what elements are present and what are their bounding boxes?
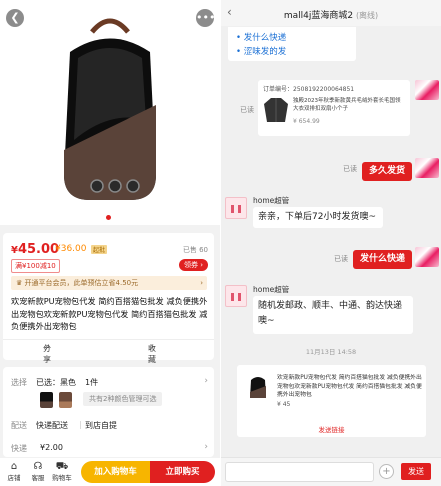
buy-now-button[interactable]: 立即购买 — [150, 461, 215, 483]
read-status: 已读 — [334, 255, 348, 263]
user-avatar[interactable] — [415, 158, 439, 178]
coupon-badge[interactable]: 满¥100减10 — [11, 259, 60, 273]
faq-bubble: • 发什么快递 • 涩味发的发 — [228, 27, 356, 61]
membership-promo[interactable]: ♛ 开通平台会员，此单预估立省4.50元 › — [11, 276, 207, 290]
headset-icon: ☊ — [33, 461, 43, 472]
merchant-avatar[interactable] — [225, 197, 247, 219]
sender-name: home超管 — [253, 285, 290, 294]
more-icon[interactable]: ••• — [196, 9, 215, 27]
chat-panel: ‹ mall4j蓝海商城2 (离线) • 发什么快递 • 涩味发的发 已读 订单… — [221, 0, 441, 486]
order-number: 订单编号：2508192200064851 — [263, 86, 355, 93]
shop-button[interactable]: ⌂ 店铺 — [3, 461, 25, 482]
read-status: 已读 — [240, 106, 254, 114]
current-price: ¥45.00 — [11, 242, 60, 257]
backpack-image — [64, 18, 156, 200]
product-share-price: ¥ 45 — [277, 401, 291, 408]
original-price: ¥36.00 — [55, 244, 87, 254]
message-input[interactable] — [225, 462, 374, 482]
chevron-right-icon[interactable]: › — [204, 442, 208, 452]
variant-thumb-black[interactable] — [40, 392, 53, 408]
pickup-option[interactable]: 到店自提 — [85, 420, 117, 431]
crown-icon: ♛ — [16, 279, 25, 287]
service-button[interactable]: ☊ 客服 — [27, 461, 49, 482]
express-fee: ¥2.00 — [40, 443, 63, 452]
message-text: 亲亲，下单后72小时发货噢~ — [258, 212, 376, 222]
delivery-label: 配送 — [11, 421, 27, 430]
selected-quantity: 1件 — [85, 378, 99, 387]
separator: | — [79, 420, 82, 429]
express-label: 快递 — [11, 444, 27, 453]
product-share-card: 欢宠新款PU宠物包代发 简约百搭猫包批发 减负便携外出宠物包欢宠新款PU宠物包代… — [237, 365, 426, 437]
user-avatar[interactable] — [415, 247, 439, 267]
send-link-button[interactable]: 发送链接 — [237, 424, 426, 434]
faq-item[interactable]: • 发什么快递 — [236, 31, 286, 43]
sent-message: 发什么快递 — [353, 250, 413, 269]
send-button[interactable]: 发送 — [401, 463, 431, 480]
carousel-indicator — [106, 215, 111, 220]
timestamp: 11月13日 14:58 — [305, 348, 357, 356]
bottom-action-bar: ⌂ 店铺 ☊ 客服 ⛟ 购物车 加入购物车 立即购买 — [0, 458, 220, 486]
get-coupon-button[interactable]: 领券 › — [178, 259, 208, 271]
cart-button[interactable]: ⛟ 购物车 — [51, 461, 73, 482]
message-text: 随机发邮政、顺丰、中通、韵达快递噢~ — [258, 301, 403, 326]
sold-count: 已售 60 — [182, 246, 208, 254]
cart-icon: ⛟ — [55, 461, 69, 472]
sent-message: 多久发货 — [362, 162, 413, 181]
colors-note: 共有2种颜色管理可选 — [83, 392, 163, 406]
chevron-right-icon[interactable]: › — [204, 376, 208, 386]
faq-item[interactable]: • 涩味发的发 — [236, 45, 286, 57]
user-avatar[interactable] — [415, 80, 439, 100]
chat-input-bar: + 发送 — [221, 457, 441, 486]
wholesale-badge: 起批 — [91, 245, 108, 254]
order-price: ¥ 654.99 — [293, 118, 320, 125]
selected-variant[interactable]: 已选：黑色 — [36, 377, 76, 388]
product-detail-panel: ❮ ••• ¥45.00 ¥36.00 起批 已售 60 满¥100减10 领券… — [0, 0, 220, 486]
chevron-right-icon: › — [200, 279, 203, 287]
options-card: 选择 已选：黑色 1件 › 共有2种颜色管理可选 配送 快递配送 | 到店自提 … — [3, 367, 214, 457]
order-card[interactable]: 订单编号：2508192200064851 独殿2023年秋季新款黄兵毛绒外套长… — [258, 80, 410, 136]
store-icon: ⌂ — [10, 461, 18, 472]
jacket-thumbnail — [264, 98, 288, 122]
variant-thumb-brown[interactable] — [59, 392, 72, 408]
online-status: (离线) — [355, 11, 379, 20]
received-message: 亲亲，下单后72小时发货噢~ — [253, 207, 383, 228]
sender-name: home超管 — [253, 196, 290, 205]
back-icon[interactable]: ❮ — [6, 9, 24, 27]
backpack-thumbnail — [250, 377, 266, 398]
received-message: 随机发邮政、顺丰、中通、韵达快递噢~ — [253, 296, 413, 334]
select-label: 选择 — [11, 378, 27, 387]
price-card: ¥45.00 ¥36.00 起批 已售 60 满¥100减10 领券 › ♛ 开… — [3, 233, 214, 364]
plus-icon[interactable]: + — [379, 464, 394, 479]
order-description: 独殿2023年秋季新款黄兵毛绒外套长毛国领大衣双排扣双扇小个子 — [293, 98, 401, 112]
merchant-avatar[interactable] — [225, 285, 247, 307]
add-to-cart-button[interactable]: 加入购物车 — [81, 461, 150, 483]
delivery-option[interactable]: 快递配送 — [36, 420, 68, 431]
read-status: 已读 — [343, 165, 357, 173]
product-image-carousel[interactable]: ❮ ••• — [0, 0, 220, 225]
chat-title: mall4j蓝海商城2 — [283, 11, 354, 21]
product-share-title: 欢宠新款PU宠物包代发 简约百搭猫包批发 减负便携外出宠物包欢宠新款PU宠物包代… — [277, 375, 422, 398]
divider — [3, 339, 214, 340]
product-title: 欢宠新款PU宠物包代发 简约百搭猫包批发 减负便携外出宠物包欢宠新款PU宠物包代… — [11, 296, 208, 331]
chat-header: ‹ mall4j蓝海商城2 (离线) — [221, 0, 441, 26]
